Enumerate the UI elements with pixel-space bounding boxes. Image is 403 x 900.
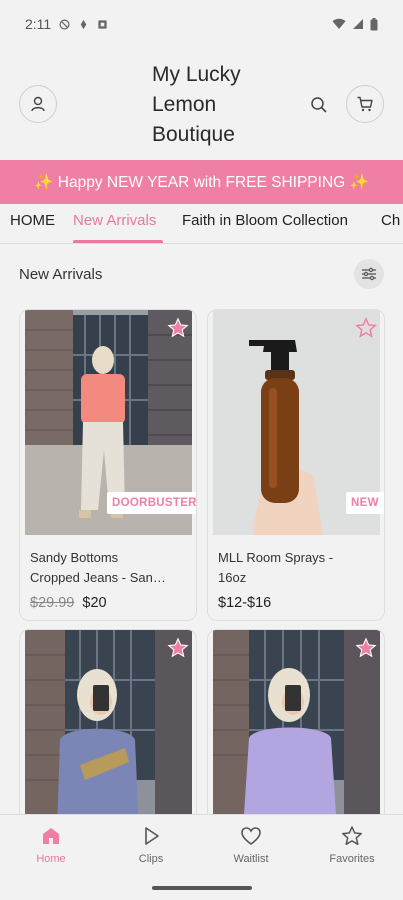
promo-banner[interactable]: ✨ Happy NEW YEAR with FREE SHIPPING ✨ [0, 160, 403, 204]
nav-waitlist-label: Waitlist [233, 853, 269, 865]
tab-ch[interactable]: Ch [381, 212, 400, 229]
price-range: $12-$16 [218, 595, 272, 611]
filter-button[interactable] [354, 259, 384, 289]
cart-icon [357, 96, 373, 112]
dnd-icon [59, 19, 70, 29]
product-name-line-1: Sandy Bottoms [30, 550, 119, 565]
app-header: My Lucky Lemon Boutique [0, 56, 403, 156]
section-title: New Arrivals [19, 266, 103, 283]
brand-line-1: My Lucky [152, 63, 241, 86]
star-icon [342, 826, 362, 846]
nav-home[interactable]: Home [1, 825, 101, 865]
product-card[interactable] [207, 629, 385, 829]
product-name-line-1: MLL Room Sprays - [218, 550, 334, 565]
product-image[interactable] [213, 630, 380, 828]
status-bar: 2:11 [0, 0, 403, 48]
heart-icon [241, 827, 261, 845]
favorite-star-icon[interactable] [355, 637, 377, 659]
product-card[interactable]: NEW MLL Room Sprays - 16oz $12-$16 [207, 309, 385, 621]
search-button[interactable] [306, 92, 332, 118]
product-price: $12-$16 [218, 595, 271, 611]
product-name: MLL Room Sprays - 16oz [218, 548, 368, 588]
product-badge: DOORBUSTER [107, 492, 196, 514]
favorite-star-icon[interactable] [167, 637, 189, 659]
user-icon [31, 96, 45, 112]
cart-button[interactable] [346, 85, 384, 123]
nav-favorites[interactable]: Favorites [302, 825, 402, 865]
sale-price: $20 [82, 595, 107, 611]
signal-icon [353, 19, 363, 29]
tab-new-arrivals[interactable]: New Arrivals [73, 212, 156, 229]
tab-faith-in-bloom-collection[interactable]: Faith in Bloom Collection [182, 212, 348, 229]
nav-waitlist[interactable]: Waitlist [201, 825, 301, 865]
nav-home-label: Home [36, 853, 66, 865]
product-name-line-2: 16oz [218, 570, 247, 585]
battery-icon [370, 17, 378, 30]
favorite-star-icon[interactable] [167, 317, 189, 339]
status-time: 2:11 [25, 16, 52, 32]
home-icon [43, 828, 59, 844]
filter-icon [362, 267, 376, 281]
product-price: $29.99 $20 [30, 595, 107, 611]
nav-clips-label: Clips [138, 853, 164, 865]
brand-logo-text[interactable]: My Lucky Lemon Boutique [152, 60, 282, 150]
product-name: Sandy Bottoms Cropped Jeans - San… [30, 548, 180, 588]
promo-text: ✨ Happy NEW YEAR with FREE SHIPPING ✨ [34, 173, 369, 191]
nav-clips[interactable]: Clips [101, 825, 201, 865]
wifi-icon [332, 18, 346, 29]
product-card[interactable] [19, 629, 197, 829]
tab-home[interactable]: HOME [10, 212, 55, 229]
home-indicator[interactable] [152, 886, 252, 890]
nav-favorites-label: Favorites [329, 853, 375, 865]
profile-button[interactable] [19, 85, 57, 123]
search-icon [311, 97, 327, 113]
brand-line-2: Lemon [152, 93, 217, 116]
play-icon [145, 827, 159, 845]
favorite-star-icon[interactable] [355, 317, 377, 339]
active-tab-indicator [73, 240, 163, 243]
location-icon [80, 19, 87, 29]
category-tabs: HOME New Arrivals Faith in Bloom Collect… [0, 204, 403, 244]
product-image[interactable] [25, 630, 192, 828]
notification-icon [98, 19, 107, 29]
product-name-line-2: Cropped Jeans - San… [30, 570, 166, 585]
original-price: $29.99 [30, 595, 75, 611]
product-card[interactable]: DOORBUSTER Sandy Bottoms Cropped Jeans -… [19, 309, 197, 621]
product-badge: NEW [346, 492, 384, 514]
brand-line-3: Boutique [152, 123, 235, 146]
